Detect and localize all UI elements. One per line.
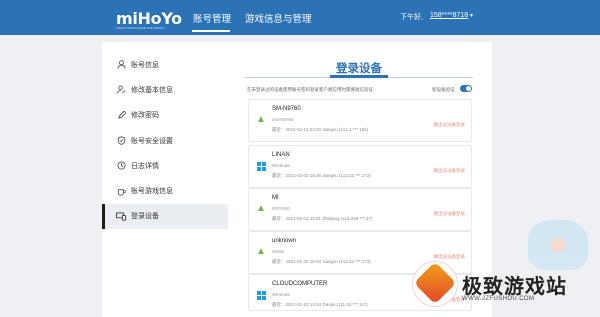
kick-device-link[interactable]: 踢出该设备登录 [434,168,466,174]
cup-icon [116,186,126,196]
pencil-icon [116,110,126,120]
device-card: ▲ MI PEPM00 最近：2021-02-01 15:01 Zhejiang… [248,188,472,231]
device-model: PEPM00 [272,206,290,211]
device-model: MuMu [272,249,285,254]
new-device-verify-label: 新设备验证 [432,87,455,92]
nav-active-indicator [192,30,230,32]
description-text: 在未登录过的设备使用账号密码登录客户端应用时需要短信验证 [247,87,373,92]
greeting-text: 下午好, [400,14,423,21]
chevron-down-icon[interactable]: ▾ [470,12,473,19]
kick-device-link[interactable]: 踢出该设备登录 [434,122,466,128]
device-last-login: 最近：2021-02-13 22:20 Jiangsu (112.1.***.1… [272,127,369,132]
sidebar-item-game-info[interactable]: 账号游戏信息 [102,178,228,203]
sidebar-item-logs[interactable]: 日志详情 [102,153,228,178]
user-icon [116,60,126,70]
devices-icon [116,211,126,221]
user-account-link[interactable]: 158****8718 [430,12,468,19]
sidebar-item-edit-info[interactable]: 修改基本信息 [102,77,228,102]
device-last-login: 最近：2021-01-20 16:03 Jiangsu (112.22.***.… [272,259,371,264]
shield-icon [116,136,126,146]
device-card: LINAN Windows 最近：2021-02-03 19:26 Jiangs… [248,145,472,188]
device-name: CLOUDCOMPUTER [272,281,328,287]
sidebar-item-label: 修改基本信息 [131,86,173,94]
title-underline [330,75,388,78]
sidebar-item-label: 账号游戏信息 [131,188,173,196]
logo-tagline: TECH OTAKUS SAVE THE WORLD [116,26,165,30]
device-last-login: 最近：2021-02-01 15:01 Zhejiang (115.239.**… [272,216,373,221]
page-title: 登录设备 [336,63,382,75]
sidebar-item-label: 修改密码 [131,112,159,120]
sidebar-item-account-info[interactable]: 账号信息 [102,52,228,77]
nav-game-info[interactable]: 游戏信息与管理 [245,11,312,25]
device-last-login: 最近：2021-01-10 12:44 Tianjin (111.32.***.… [272,302,368,307]
device-name: LINAN [272,152,290,158]
kick-device-link[interactable]: 踢出该设备登录 [434,254,466,260]
sidebar-item-label: 账号安全设置 [131,137,173,145]
sidebar: 账号信息 修改基本信息 修改密码 账号安全设置 日志详情 账号游戏信息 登录设备 [102,52,228,230]
watermark-title: 极致游戏站 [462,276,567,298]
device-card: ▲ SM-N9760 SM-N9760 最近：2021-02-13 22:20 … [248,99,472,142]
kick-device-link[interactable]: 踢出该设备登录 [434,211,466,217]
sidebar-item-label: 日志详情 [131,162,159,170]
sidebar-item-security[interactable]: 账号安全设置 [102,128,228,153]
sidebar-item-label: 账号信息 [131,61,159,69]
device-name: unknown [272,238,297,244]
device-name: MI [272,195,279,201]
sidebar-item-devices[interactable]: 登录设备 [102,203,228,230]
watermark-url: WWW.JZFUSHOU.COM [462,296,535,302]
android-icon: ▲ [256,114,266,125]
sidebar-item-change-password[interactable]: 修改密码 [102,103,228,128]
device-model: Windows [272,292,291,297]
top-bar: miHoYo TECH OTAKUS SAVE THE WORLD 账号管理 游… [0,0,600,35]
windows-icon [256,161,266,171]
new-device-verify-toggle[interactable] [460,85,472,92]
windows-icon [256,290,266,300]
clock-icon [116,161,126,171]
nav-account-management[interactable]: 账号管理 [193,11,231,25]
device-last-login: 最近：2021-02-03 19:26 Jiangsu (112.22.***.… [272,173,371,178]
sidebar-item-label: 登录设备 [131,213,159,221]
android-icon: ▲ [256,203,266,214]
mascot-image [528,220,588,270]
device-name: SM-N9760 [272,106,301,112]
device-model: Windows [272,163,291,168]
device-model: SM-N9760 [272,117,294,122]
user-edit-icon [116,85,126,95]
android-icon: ▲ [256,246,266,257]
